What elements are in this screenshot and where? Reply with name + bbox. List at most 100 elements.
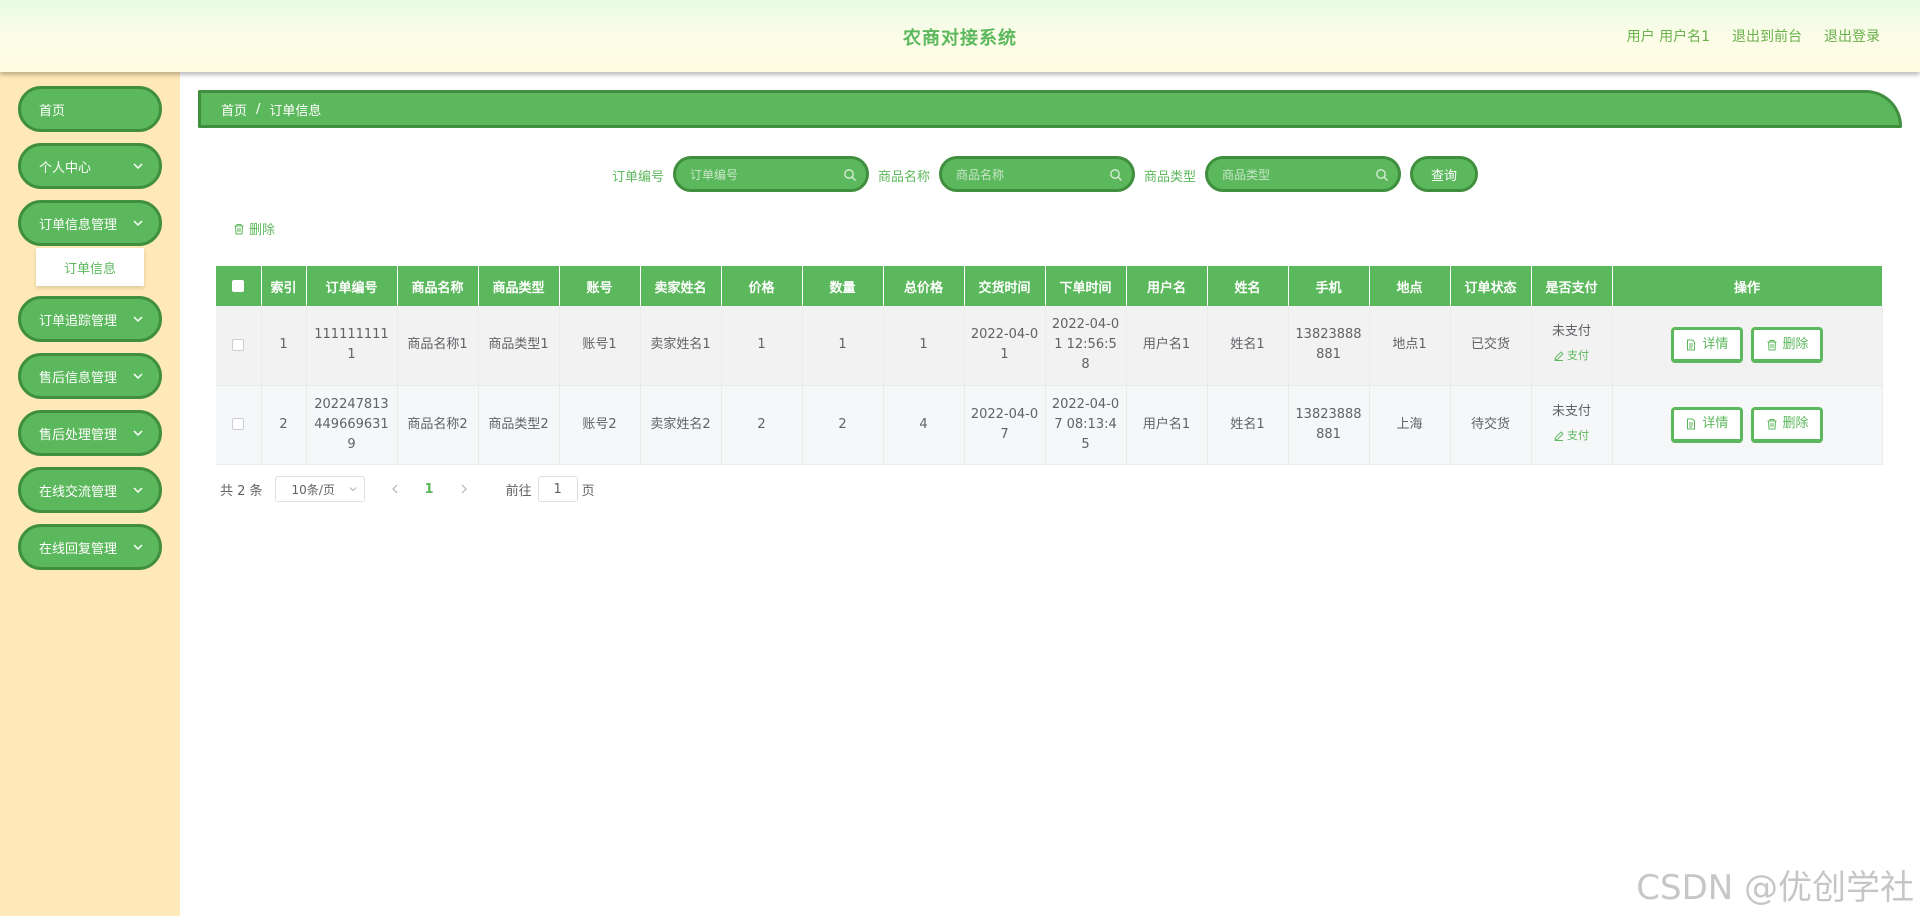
select-all-checkbox[interactable] (232, 280, 245, 292)
sidebar-item-online-chat-mgmt[interactable]: 在线交流管理 (18, 467, 162, 513)
sidebar-item-order-info-mgmt[interactable]: 订单信息管理 (18, 200, 162, 246)
batch-delete-label: 删除 (249, 223, 276, 238)
trash-icon (234, 223, 244, 234)
sidebar: 首页 个人中心 订单信息管理 订单信息 订单追踪管理 售后信息管理 售后处理管理… (0, 72, 180, 916)
page-size-select[interactable]: 10条/页 (274, 476, 365, 502)
cell-status: 待交货 (1450, 385, 1532, 465)
cell-quantity: 2 (802, 385, 884, 465)
column-header: 卖家姓名 (640, 266, 722, 306)
breadcrumb-home[interactable]: 首页 (221, 100, 247, 119)
sidebar-item-label: 售后信息管理 (39, 370, 118, 386)
order-no-label: 订单编号 (612, 170, 665, 185)
cell-status: 已交货 (1450, 306, 1532, 386)
trash-icon (1767, 339, 1777, 351)
cell-phone: 13823888881 (1288, 306, 1370, 386)
cell-location: 上海 (1369, 385, 1451, 465)
order-table: 索引 订单编号 商品名称 商品类型 账号 卖家姓名 价格 数量 总价格 交货时间… (216, 266, 1883, 465)
pay-link-label: 支付 (1567, 349, 1589, 363)
sidebar-item-order-tracking-mgmt[interactable]: 订单追踪管理 (18, 296, 162, 342)
cell-product-name: 商品名称1 (397, 306, 479, 386)
column-header: 数量 (802, 266, 884, 306)
product-name-label: 商品名称 (878, 170, 931, 185)
chevron-down-icon (349, 487, 356, 492)
detail-button[interactable]: 详情 (1670, 406, 1743, 443)
page-number-current[interactable]: 1 (425, 482, 434, 497)
column-header: 姓名 (1207, 266, 1289, 306)
breadcrumb-current: 订单信息 (269, 103, 322, 119)
delete-button[interactable]: 删除 (1751, 327, 1824, 364)
column-header: 商品类型 (478, 266, 560, 306)
goto-label: 前往 (505, 483, 532, 499)
product-type-input[interactable]: 商品类型 (1205, 156, 1401, 192)
table-row: 2 2022478134496696319 商品名称2 商品类型2 账号2 卖家… (216, 385, 1883, 465)
row-select-cell[interactable] (216, 306, 262, 386)
order-no-input[interactable]: 订单编号 (673, 156, 869, 192)
cell-total: 1 (883, 306, 965, 386)
document-icon (1687, 339, 1696, 351)
order-no-placeholder: 订单编号 (690, 167, 739, 182)
row-checkbox[interactable] (232, 338, 245, 351)
total-count: 共 2 条 (220, 483, 263, 499)
column-header: 手机 (1288, 266, 1370, 306)
pay-link[interactable]: 支付 (1554, 426, 1589, 446)
row-select-cell[interactable] (216, 385, 262, 465)
column-header: 商品名称 (397, 266, 479, 306)
delete-button-label: 删除 (1782, 416, 1809, 431)
sidebar-item-label: 售后处理管理 (39, 427, 118, 443)
cell-name: 姓名1 (1207, 385, 1289, 465)
column-header: 操作 (1612, 266, 1883, 306)
cell-order-no: 1111111111 (306, 306, 398, 386)
column-header: 交货时间 (964, 266, 1046, 306)
chevron-down-icon (133, 544, 143, 551)
batch-delete-button[interactable]: 删除 (233, 219, 275, 238)
paid-status: 未支付 (1551, 324, 1591, 340)
column-header: 地点 (1369, 266, 1451, 306)
next-page-icon[interactable] (456, 481, 472, 497)
sidebar-item-after-sales-info-mgmt[interactable]: 售后信息管理 (18, 353, 162, 399)
search-icon (844, 169, 856, 181)
sidebar-item-home[interactable]: 首页 (18, 86, 162, 132)
cell-index: 1 (261, 306, 307, 386)
user-name-label[interactable]: 用户 用户名1 (1627, 26, 1710, 46)
chevron-down-icon (133, 487, 143, 494)
detail-button[interactable]: 详情 (1670, 327, 1743, 364)
pay-link[interactable]: 支付 (1554, 346, 1589, 366)
cell-username: 用户名1 (1126, 306, 1208, 386)
cell-seller: 卖家姓名2 (640, 385, 722, 465)
row-checkbox[interactable] (232, 418, 245, 430)
logout-link[interactable]: 退出登录 (1824, 26, 1880, 46)
cell-paid: 未支付 支付 (1531, 306, 1613, 386)
cell-product-type: 商品类型2 (478, 385, 560, 465)
trash-icon (1767, 419, 1777, 430)
cell-quantity: 1 (802, 306, 884, 386)
cell-order-no: 2022478134496696319 (306, 385, 398, 465)
cell-location: 地点1 (1369, 306, 1451, 386)
cell-price: 1 (721, 306, 803, 386)
cell-order-time: 2022-04-07 08:13:45 (1045, 385, 1127, 465)
goto-page-input[interactable] (537, 476, 578, 502)
column-header: 用户名 (1126, 266, 1208, 306)
sidebar-item-online-reply-mgmt[interactable]: 在线回复管理 (18, 524, 162, 570)
cell-product-name: 商品名称2 (397, 385, 479, 465)
cell-total: 4 (883, 385, 965, 465)
header-actions: 用户 用户名1 退出到前台 退出登录 (1627, 26, 1880, 46)
detail-button-label: 详情 (1702, 416, 1729, 431)
back-to-front-link[interactable]: 退出到前台 (1732, 26, 1802, 46)
sidebar-item-after-sales-handling-mgmt[interactable]: 售后处理管理 (18, 410, 162, 456)
product-name-input[interactable]: 商品名称 (939, 156, 1135, 192)
cell-actions: 详情 删除 (1612, 385, 1883, 465)
cell-username: 用户名1 (1126, 385, 1208, 465)
submenu-item-order-info[interactable]: 订单信息 (36, 248, 144, 286)
chevron-down-icon (133, 220, 143, 227)
sidebar-item-label: 在线交流管理 (39, 484, 118, 500)
select-all-cell[interactable] (216, 266, 262, 306)
sidebar-item-label: 在线回复管理 (39, 541, 118, 557)
product-type-placeholder: 商品类型 (1222, 167, 1271, 182)
cell-account: 账号1 (559, 306, 641, 386)
query-button[interactable]: 查询 (1410, 156, 1478, 192)
prev-page-icon[interactable] (387, 481, 403, 497)
search-form: 订单编号 订单编号 商品名称 商品名称 商品类型 商品类型 查询 (0, 156, 1920, 192)
cell-order-time: 2022-04-01 12:56:58 (1045, 306, 1127, 386)
delete-button[interactable]: 删除 (1751, 406, 1824, 443)
table-row: 1 1111111111 商品名称1 商品类型1 账号1 卖家姓名1 1 1 1… (216, 306, 1883, 386)
